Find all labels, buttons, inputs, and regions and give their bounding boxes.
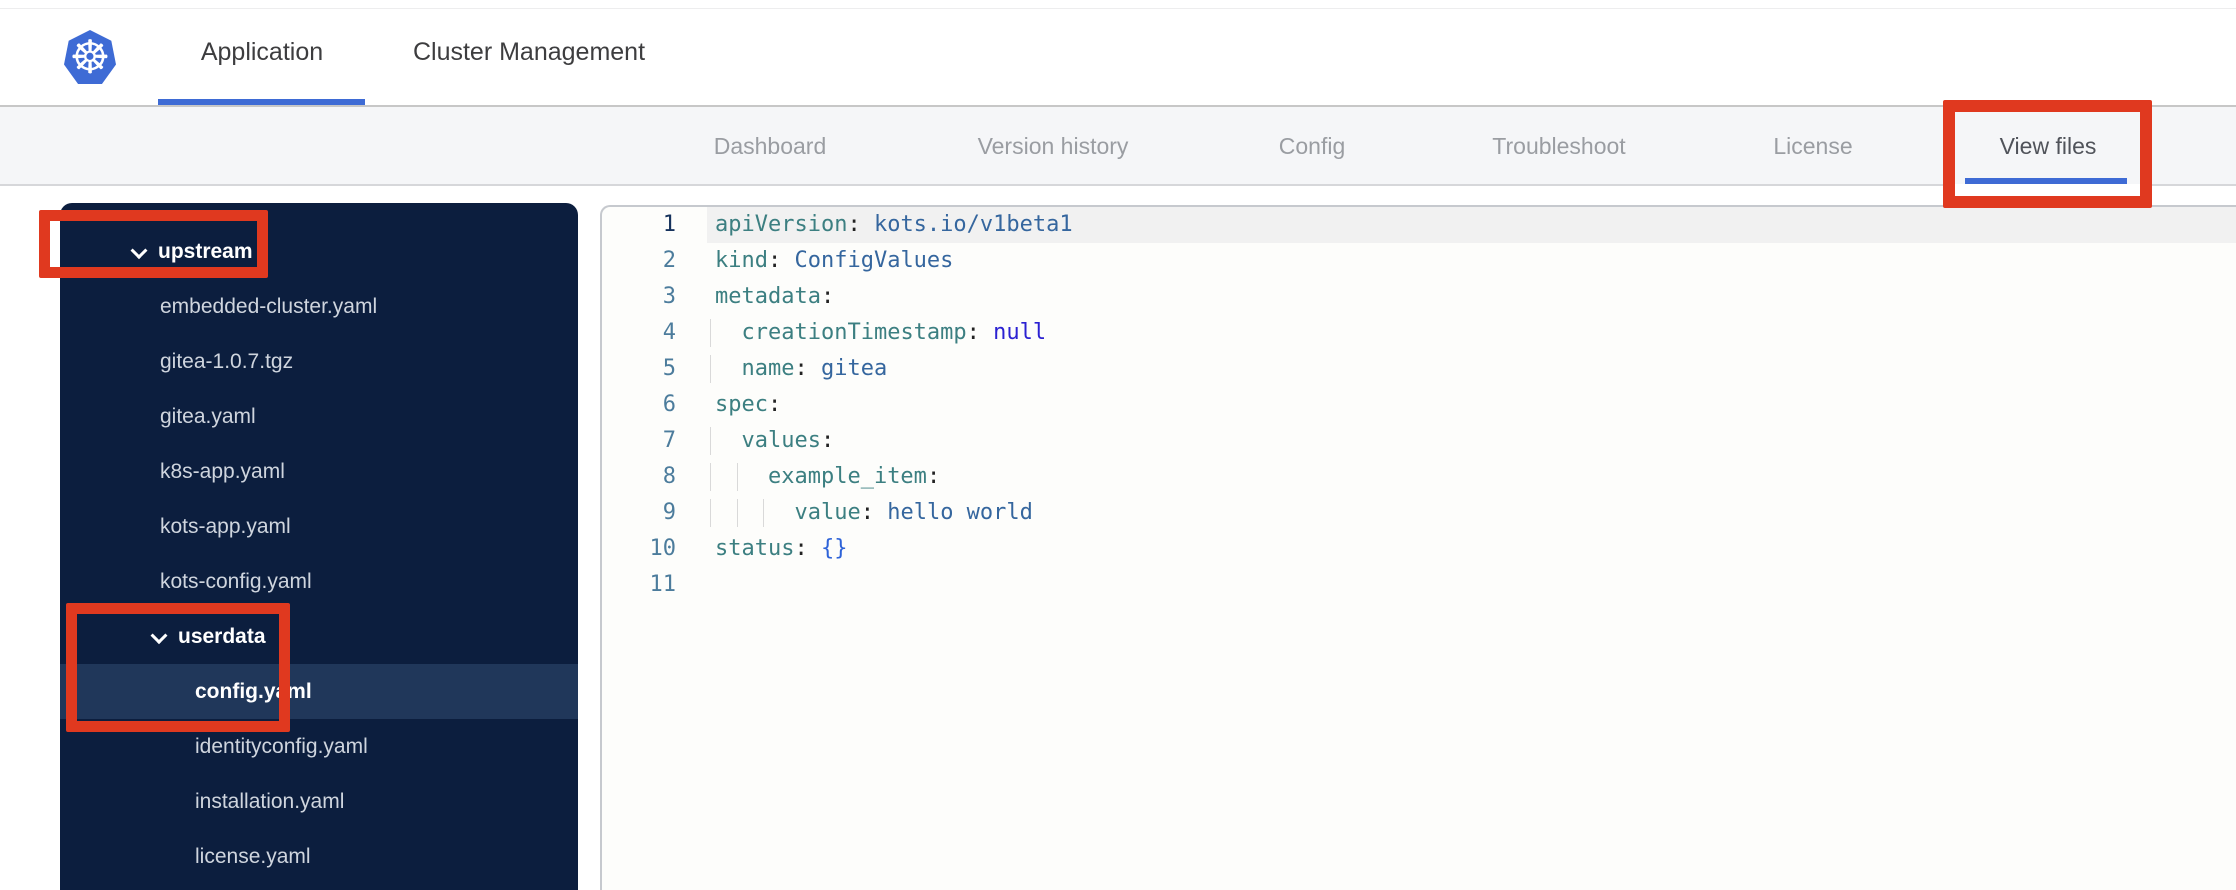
indent-guide (710, 427, 711, 455)
tree-file-k8s-app.yaml[interactable]: k8s-app.yaml (60, 444, 578, 499)
tree-file-license.yaml[interactable]: license.yaml (60, 829, 578, 884)
code-line-content: spec: (715, 392, 782, 417)
indent-guide (736, 499, 738, 527)
code-line-2: 2 kind: ConfigValues (602, 243, 2236, 279)
app-section-nav: Dashboard Version history Config Troublesho… (0, 107, 2236, 186)
tree-file-kots-app.yaml[interactable]: kots-app.yaml (60, 499, 578, 554)
indent-guide (710, 463, 711, 491)
tree-file-gitea.yaml[interactable]: gitea.yaml (60, 389, 578, 444)
file-editor[interactable]: 1 apiVersion: kots.io/v1beta1 2 kind: Confi… (600, 205, 2236, 890)
tree-item-label: embedded-cluster.yaml (160, 294, 378, 318)
line-number: 3 (662, 284, 676, 309)
tree-item-label: userdata (178, 624, 266, 648)
code-line-content: values: (707, 423, 2236, 459)
active-tab-underline (158, 99, 365, 105)
code-line-content: metadata: (715, 284, 835, 309)
line-number: 1 (662, 212, 676, 237)
tree-file-embedded-cluster.yaml[interactable]: embedded-cluster.yaml (60, 279, 578, 334)
tab-cluster-management-label: Cluster Management (412, 38, 646, 66)
tree-file-config.yaml[interactable]: config.yaml (60, 664, 578, 719)
line-number: 7 (662, 428, 676, 453)
tree-item-label: license.yaml (195, 844, 311, 868)
code-line-11: 11 (602, 567, 2236, 603)
indent-guide (736, 463, 738, 491)
indent-guide (710, 499, 711, 527)
line-number: 10 (649, 536, 677, 561)
tree-item-label: identityconfig.yaml (195, 734, 368, 758)
active-nav-tab-gap (1950, 184, 2142, 190)
code-line-content: name: gitea (707, 351, 2236, 387)
tree-item-label: gitea.yaml (160, 404, 256, 428)
indent-guide (710, 355, 711, 383)
top-header: ☸ Application Cluster Management (0, 0, 2236, 107)
tab-application[interactable]: Application (201, 0, 323, 105)
line-number: 6 (662, 392, 676, 417)
code-line-content: kind: ConfigValues (715, 248, 954, 273)
code-line-content: apiVersion: kots.io/v1beta1 (707, 207, 2236, 243)
line-number: 2 (662, 248, 676, 273)
code-line-content: creationTimestamp: null (707, 315, 2236, 351)
tree-file-identityconfig.yaml[interactable]: identityconfig.yaml (60, 719, 578, 774)
code-line-content: status: {} (715, 536, 848, 561)
nav-item-config[interactable]: Config (1279, 107, 1345, 186)
tree-file-kots-config.yaml[interactable]: kots-config.yaml (60, 554, 578, 609)
nav-item-version-history[interactable]: Version history (978, 107, 1129, 186)
tree-file-installation.yaml[interactable]: installation.yaml (60, 774, 578, 829)
tree-item-label: kots-app.yaml (160, 514, 291, 538)
chevron-down-icon (150, 626, 168, 644)
code-line-3: 3 metadata: (602, 279, 2236, 315)
tree-file-gitea-1.0.7.tgz[interactable]: gitea-1.0.7.tgz (60, 334, 578, 389)
nav-item-view-files[interactable]: View files (2000, 107, 2097, 186)
line-number: 11 (649, 572, 677, 597)
kubernetes-logo-icon: ☸ (64, 30, 116, 84)
indent-guide (763, 499, 764, 527)
tab-cluster-management[interactable]: Cluster Management (413, 0, 645, 105)
tree-item-label: upstream (158, 239, 253, 263)
line-number: 5 (662, 356, 676, 381)
code-line-6: 6 spec: (602, 387, 2236, 423)
tree-folder-userdata[interactable]: userdata (60, 609, 578, 664)
tree-item-label: config.yaml (195, 679, 312, 703)
line-number: 4 (662, 320, 676, 345)
tree-item-label: installation.yaml (195, 789, 345, 813)
nav-item-dashboard[interactable]: Dashboard (714, 107, 827, 186)
chevron-down-icon (130, 241, 148, 259)
code-line-5: 5 name: gitea (602, 351, 2236, 387)
file-tree-panel: upstream embedded-cluster.yaml gitea-1.0.7… (60, 203, 578, 890)
kots-admin-console: ☸ Application Cluster Management Dashboa… (0, 0, 2236, 890)
code-line-7: 7 values: (602, 423, 2236, 459)
code-line-9: 9 value: hello world (602, 495, 2236, 531)
indent-guide (710, 319, 711, 347)
line-number: 8 (662, 464, 676, 489)
nav-item-troubleshoot[interactable]: Troubleshoot (1492, 107, 1625, 186)
tab-application-label: Application (200, 38, 324, 66)
tree-item-label: gitea-1.0.7.tgz (160, 349, 294, 373)
code-line-4: 4 creationTimestamp: null (602, 315, 2236, 351)
line-number: 9 (662, 500, 676, 525)
view-files-underline (1965, 178, 2127, 184)
code-line-10: 10 status: {} (602, 531, 2236, 567)
code-line-content (707, 567, 2236, 603)
tree-folder-upstream[interactable]: upstream (60, 224, 578, 279)
code-line-content: example_item: (707, 459, 2236, 495)
tree-item-label: k8s-app.yaml (160, 459, 285, 483)
code-line-1: 1 apiVersion: kots.io/v1beta1 (602, 207, 2236, 243)
nav-item-license[interactable]: License (1773, 107, 1852, 186)
top-hairline (0, 8, 2236, 9)
code-line-8: 8 example_item: (602, 459, 2236, 495)
tree-item-label: kots-config.yaml (160, 569, 312, 593)
code-line-content: value: hello world (707, 495, 2236, 531)
